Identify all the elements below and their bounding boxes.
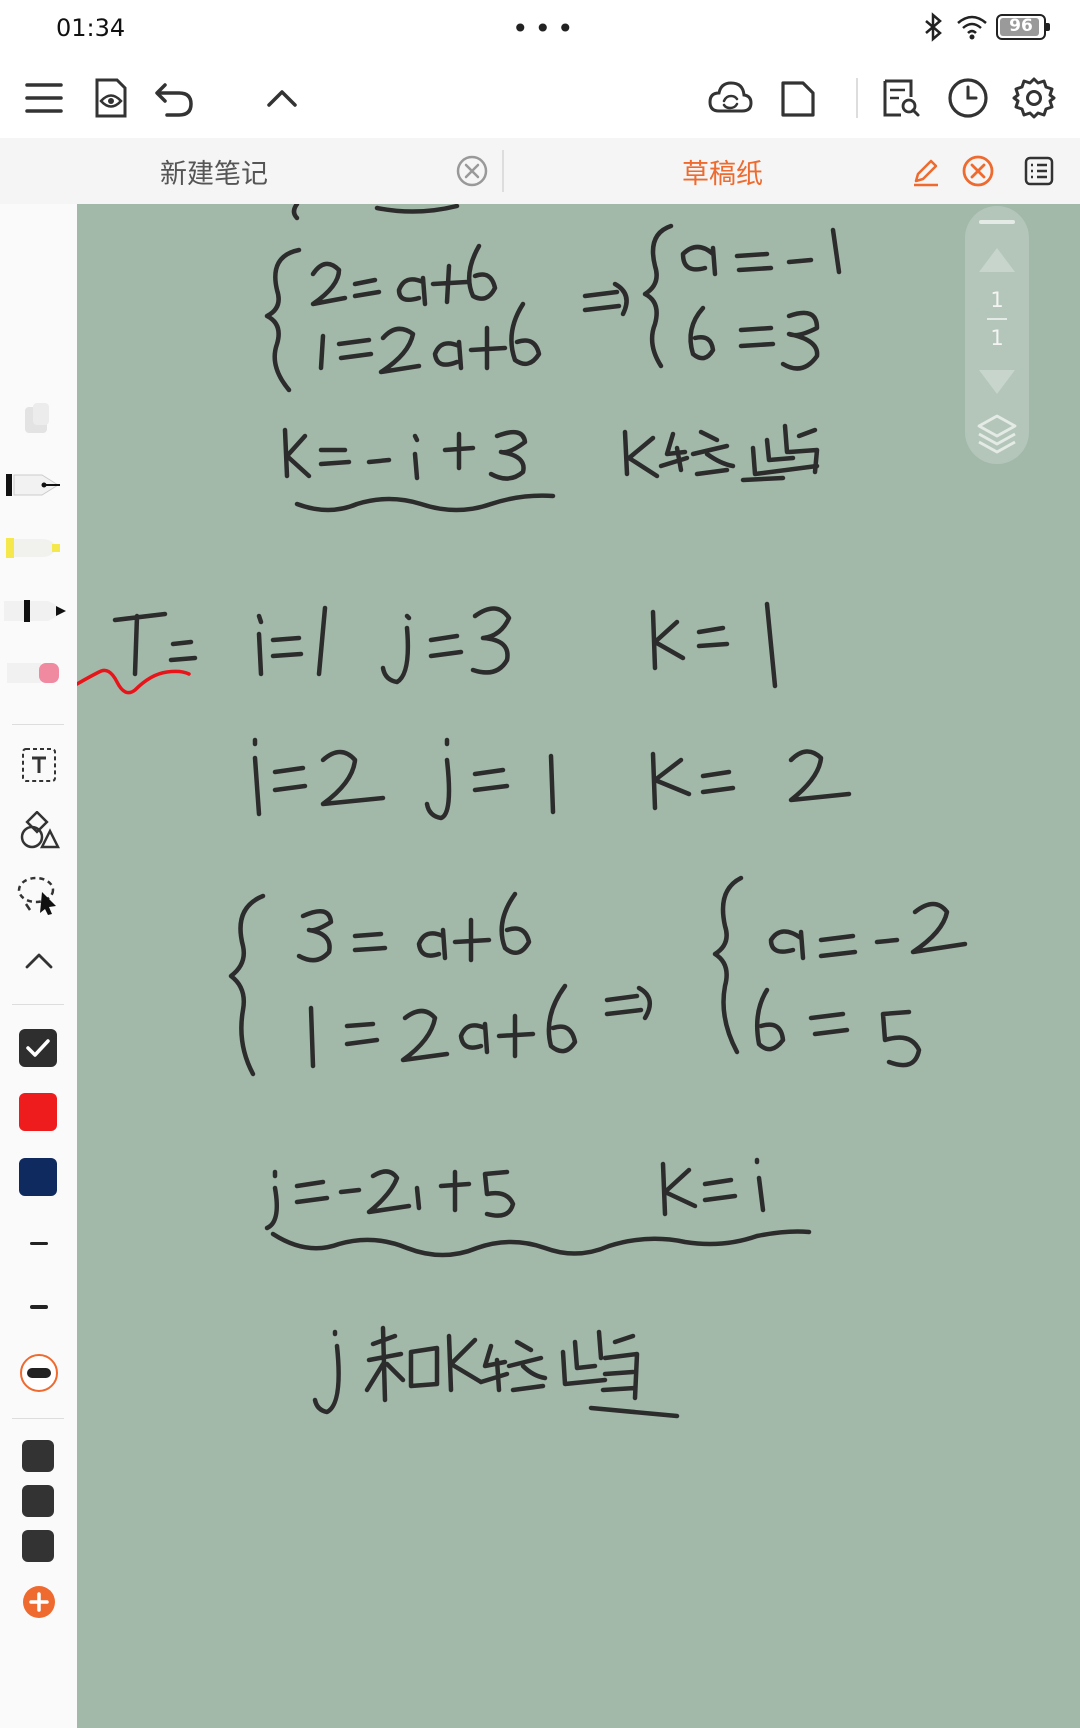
pencil-icon[interactable]: [910, 155, 942, 187]
close-circle-icon[interactable]: [961, 154, 995, 188]
history-clock-icon[interactable]: [940, 70, 996, 126]
battery-level: 96: [1009, 16, 1033, 36]
shapes-tool-icon[interactable]: [14, 808, 64, 854]
bluetooth-icon: [925, 12, 942, 42]
recent-pen-swatch-2[interactable]: [22, 1485, 54, 1517]
tab-new-note-label: 新建笔记: [160, 158, 268, 190]
stroke-width-thin[interactable]: [14, 1220, 64, 1266]
view-eye-icon[interactable]: [82, 70, 138, 126]
close-circle-icon[interactable]: [455, 154, 489, 188]
page-down-arrow-icon[interactable]: [975, 366, 1019, 400]
cloud-sync-icon[interactable]: [702, 70, 758, 126]
note-tabs: 新建笔记 草稿纸: [0, 138, 1080, 205]
page-up-arrow-icon[interactable]: [975, 242, 1019, 276]
tab-list-button[interactable]: [1023, 138, 1055, 204]
undo-icon[interactable]: [146, 70, 202, 126]
tab-new-note[interactable]: 新建笔记: [160, 138, 268, 204]
collapse-tools-icon[interactable]: [14, 938, 64, 984]
layers-icon[interactable]: [975, 412, 1019, 456]
recent-pen-swatch-3[interactable]: [22, 1530, 54, 1562]
add-pen-button[interactable]: [14, 1579, 64, 1625]
multitask-dots-icon[interactable]: •••: [512, 12, 580, 45]
tab-new-note-close[interactable]: [455, 138, 489, 204]
tab-scratch-paper-label: 草稿纸: [682, 158, 763, 190]
page-navigator: 1 1: [965, 206, 1029, 464]
drag-handle[interactable]: [979, 220, 1015, 224]
rename-tab-button[interactable]: [910, 138, 942, 204]
status-bar: 01:34 ••• 96: [0, 0, 1080, 58]
page-current: 1: [990, 288, 1004, 312]
menu-icon[interactable]: [16, 70, 72, 126]
page-fraction-bar: [987, 318, 1007, 320]
color-swatch-selected[interactable]: [19, 1029, 57, 1067]
toolbar-divider: [856, 78, 858, 118]
handwriting-strokes: [77, 204, 968, 1419]
tool-panel: [0, 204, 77, 1728]
stroke-width-medium[interactable]: [14, 1284, 64, 1330]
status-time: 01:34: [56, 14, 126, 42]
tab-scratch-paper[interactable]: 草稿纸: [682, 138, 763, 204]
plus-circle-icon[interactable]: [21, 1584, 57, 1620]
settings-gear-icon[interactable]: [1006, 70, 1062, 126]
fountain-pen-icon[interactable]: [0, 462, 70, 508]
battery-icon: 96: [996, 14, 1050, 40]
top-toolbar: [0, 58, 1080, 138]
stroke-width-thick[interactable]: [14, 1350, 64, 1396]
color-swatch-navy[interactable]: [19, 1158, 57, 1196]
marker-pen-icon[interactable]: [0, 588, 70, 634]
search-document-icon[interactable]: [872, 70, 928, 126]
collapse-icon[interactable]: [254, 70, 310, 126]
wifi-icon: [957, 15, 987, 40]
page-icon[interactable]: [770, 70, 826, 126]
hand-tool-icon[interactable]: [14, 396, 64, 442]
list-icon[interactable]: [1023, 155, 1055, 187]
recent-pen-swatch-1[interactable]: [22, 1440, 54, 1472]
highlighter-icon[interactable]: [0, 525, 70, 571]
tab-divider: [502, 150, 504, 192]
page-total: 1: [990, 326, 1004, 350]
eraser-icon[interactable]: [0, 650, 70, 696]
tab-scratch-paper-close[interactable]: [961, 138, 995, 204]
checkmark-icon: [26, 1039, 50, 1057]
lasso-select-icon[interactable]: [14, 872, 64, 918]
color-swatch-red[interactable]: [19, 1093, 57, 1131]
drawing-canvas[interactable]: [77, 204, 1080, 1728]
text-tool-icon[interactable]: [14, 742, 64, 788]
